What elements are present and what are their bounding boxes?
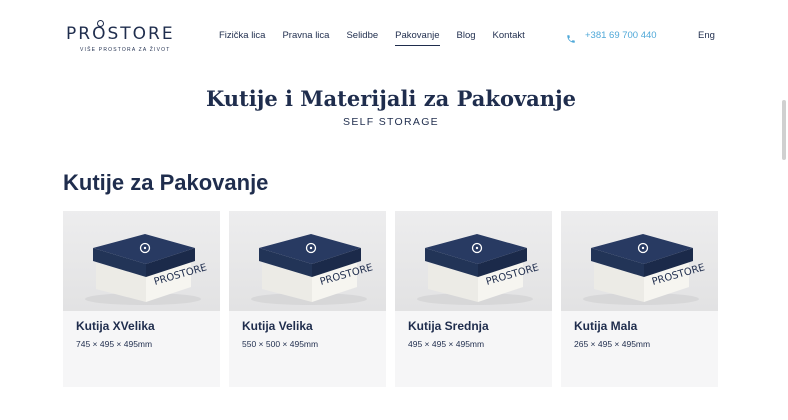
nav-item-fizicka-lica[interactable]: Fizička lica — [219, 30, 265, 46]
scrollbar-thumb[interactable] — [782, 100, 786, 160]
logo-tagline: VIŠE PROSTORA ZA ŽIVOT — [80, 47, 171, 53]
product-card[interactable]: PROSTORE Kutija Mala 265 × 495 × 495mm — [561, 211, 718, 387]
box-illustration: PROSTORE — [85, 234, 208, 305]
phone-link[interactable]: +381 69 700 440 — [566, 30, 657, 43]
product-name[interactable]: Kutija Velika — [242, 319, 386, 333]
product-image[interactable]: PROSTORE — [561, 211, 718, 311]
box-illustration: PROSTORE — [583, 234, 706, 305]
product-image[interactable]: PROSTORE — [63, 211, 220, 311]
product-dimensions: 495 × 495 × 495mm — [408, 339, 485, 349]
nav-item-pakovanje[interactable]: Pakovanje — [395, 30, 440, 46]
product-card[interactable]: PROSTORE Kutija Velika 550 × 500 × 495mm — [229, 211, 386, 387]
nav-item-selidbe[interactable]: Selidbe — [346, 30, 378, 46]
prostore-logo[interactable]: PROSTORE VIŠE PROSTORA ZA ŽIVOT — [66, 20, 173, 55]
product-card[interactable]: PROSTORE Kutija Srednja 495 × 495 × 495m… — [395, 211, 552, 387]
nav-item-blog[interactable]: Blog — [457, 30, 476, 46]
product-image[interactable]: PROSTORE — [395, 211, 552, 311]
product-image[interactable]: PROSTORE — [229, 211, 386, 311]
page-scrollbar[interactable] — [780, 0, 788, 420]
product-dimensions: 550 × 500 × 495mm — [242, 339, 319, 349]
box-illustration: PROSTORE — [417, 234, 540, 305]
logo-wordmark: PROSTORE — [66, 20, 175, 44]
phone-number[interactable]: +381 69 700 440 — [585, 30, 657, 42]
product-name[interactable]: Kutija Mala — [574, 319, 718, 333]
main-nav: Fizička lica Pravna lica Selidbe Pakovan… — [219, 30, 525, 46]
product-dimensions: 745 × 495 × 495mm — [76, 339, 153, 349]
page-subtitle: SELF STORAGE — [343, 116, 439, 128]
nav-item-pravna-lica[interactable]: Pravna lica — [282, 30, 329, 46]
box-illustration: PROSTORE — [251, 234, 374, 305]
page-title: Kutije i Materijali za Pakovanje — [206, 86, 576, 111]
nav-item-kontakt[interactable]: Kontakt — [493, 30, 525, 46]
section-title: Kutije za Pakovanje — [63, 170, 269, 195]
product-dimensions: 265 × 495 × 495mm — [574, 339, 651, 349]
product-card[interactable]: PROSTORE Kutija XVelika 745 × 495 × 495m… — [63, 211, 220, 387]
site-header: PROSTORE VIŠE PROSTORA ZA ŽIVOT Fizička … — [0, 0, 788, 72]
phone-icon — [566, 31, 576, 43]
product-name[interactable]: Kutija XVelika — [76, 319, 220, 333]
language-switch[interactable]: Eng — [698, 30, 715, 42]
product-grid: PROSTORE Kutija XVelika 745 × 495 × 495m… — [63, 211, 718, 387]
product-name[interactable]: Kutija Srednja — [408, 319, 552, 333]
